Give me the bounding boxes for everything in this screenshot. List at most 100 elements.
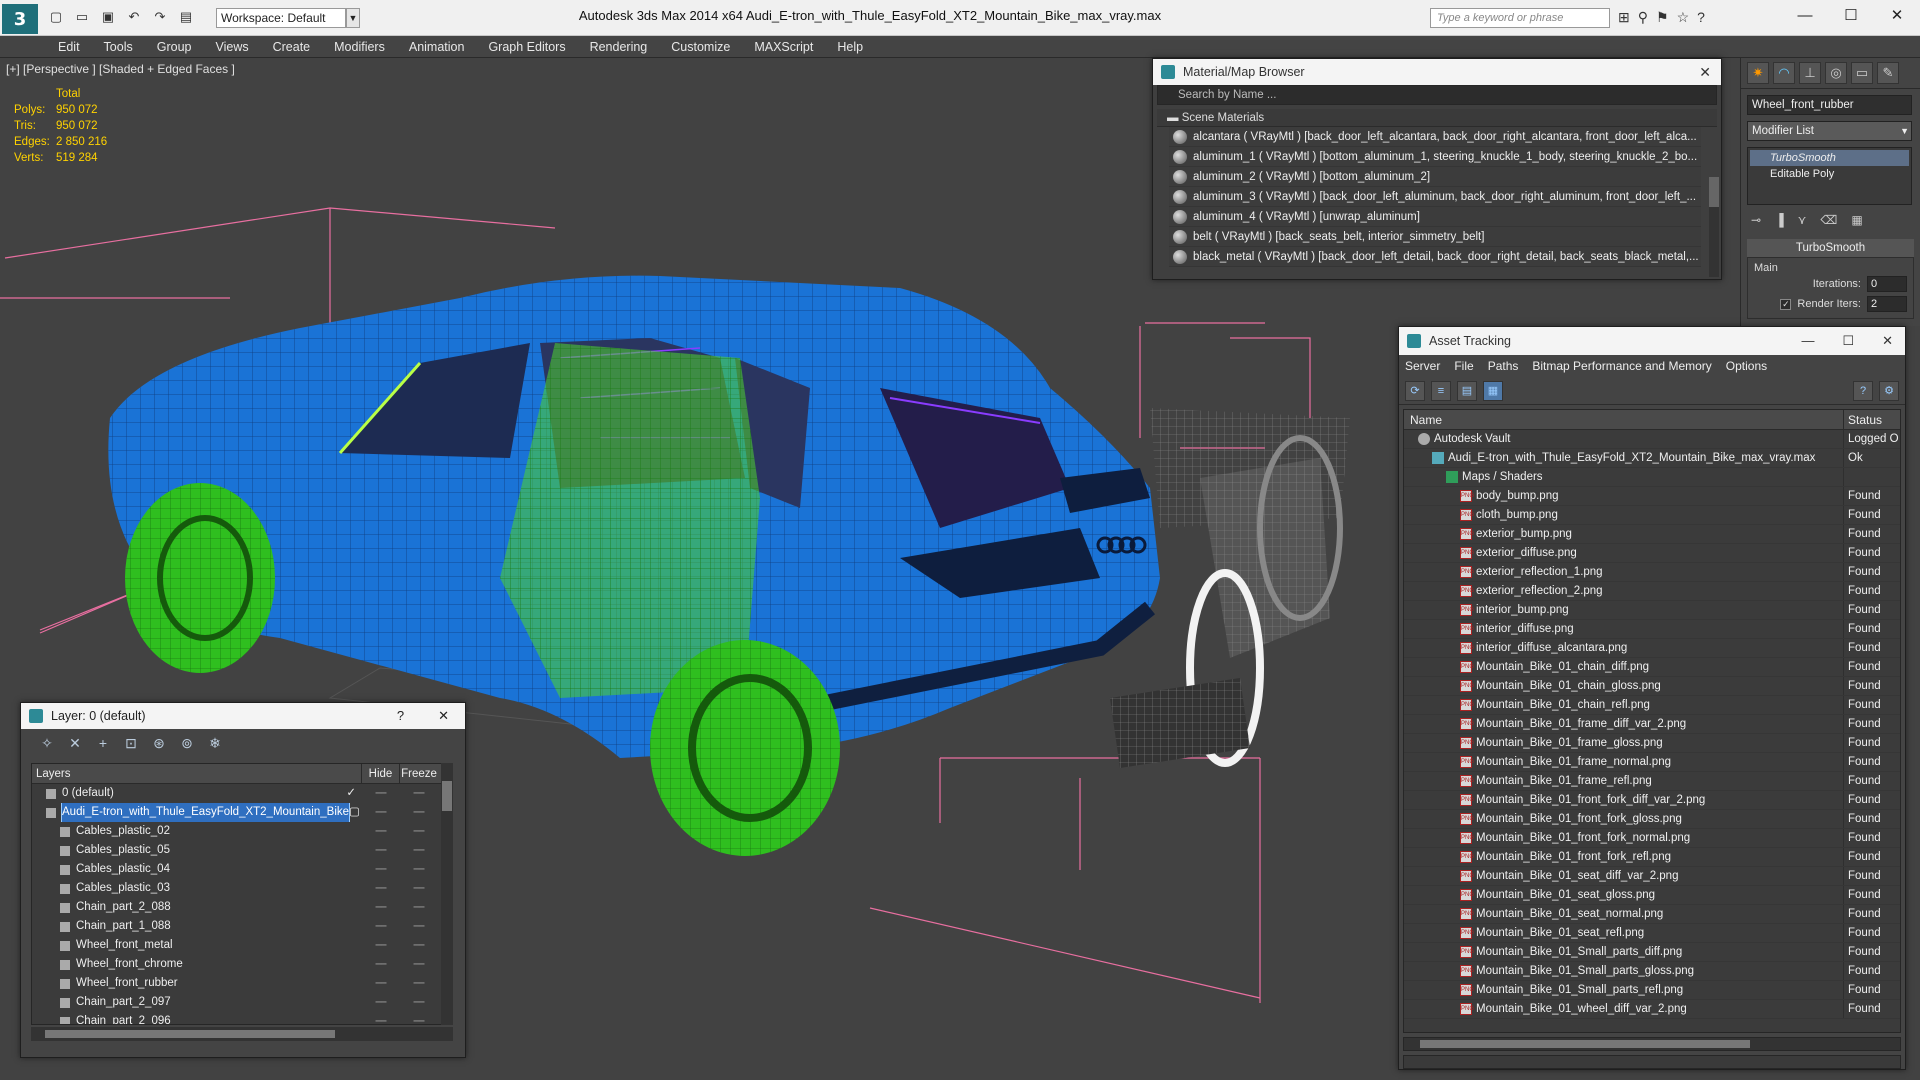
- pin-stack-icon[interactable]: ⊸: [1751, 213, 1761, 227]
- turbosmooth-rollout-header[interactable]: TurboSmooth: [1747, 239, 1914, 257]
- minimize-icon[interactable]: —: [1801, 333, 1814, 349]
- asset-row[interactable]: PNG Mountain_Bike_01_seat_normal.png Found: [1404, 905, 1900, 924]
- scrollbar-thumb[interactable]: [1420, 1040, 1750, 1048]
- project-folder-icon[interactable]: ▤: [176, 8, 196, 26]
- create-tab-icon[interactable]: ✷: [1747, 62, 1769, 84]
- redo-icon[interactable]: ↷: [150, 8, 170, 26]
- add-to-layer-icon[interactable]: +: [93, 733, 113, 753]
- current-layer-icon[interactable]: ✓: [346, 784, 356, 803]
- hide-toggle[interactable]: ━━: [362, 993, 400, 1012]
- asset-row[interactable]: PNG Mountain_Bike_01_front_fork_gloss.png…: [1404, 810, 1900, 829]
- maximize-icon[interactable]: ☐: [1842, 333, 1854, 349]
- menu-animation[interactable]: Animation: [397, 36, 477, 57]
- undo-icon[interactable]: ↶: [124, 8, 144, 26]
- save-file-icon[interactable]: ▣: [98, 8, 118, 26]
- maximize-icon[interactable]: ☐: [1828, 0, 1874, 30]
- asset-menu-server[interactable]: Server: [1405, 359, 1440, 373]
- material-item[interactable]: belt ( VRayMtl ) [back_seats_belt, inter…: [1169, 227, 1701, 247]
- layer-row[interactable]: Cables_plastic_04 ━━ ━━: [32, 860, 450, 879]
- communication-icon[interactable]: ⚑: [1656, 9, 1669, 26]
- menu-maxscript[interactable]: MAXScript: [742, 36, 825, 57]
- asset-menu-paths[interactable]: Paths: [1488, 359, 1519, 373]
- layer-row[interactable]: Wheel_front_chrome ━━ ━━: [32, 955, 450, 974]
- layer-row[interactable]: Wheel_front_rubber ━━ ━━: [32, 974, 450, 993]
- stack-item-turbosmooth[interactable]: TurboSmooth: [1750, 150, 1909, 166]
- freeze-toggle[interactable]: ━━: [400, 879, 438, 898]
- asset-menu-file[interactable]: File: [1454, 359, 1473, 373]
- asset-row[interactable]: PNG Mountain_Bike_01_Small_parts_diff.png…: [1404, 943, 1900, 962]
- hide-toggle[interactable]: ━━: [362, 955, 400, 974]
- asset-row[interactable]: Autodesk Vault Logged O: [1404, 430, 1900, 449]
- modify-tab-icon[interactable]: ◠: [1773, 62, 1795, 84]
- asset-horizontal-scrollbar[interactable]: [1403, 1037, 1901, 1051]
- layer-row[interactable]: Cables_plastic_03 ━━ ━━: [32, 879, 450, 898]
- workspace-select[interactable]: Workspace: Default: [216, 8, 346, 28]
- hide-toggle[interactable]: ━━: [362, 898, 400, 917]
- column-freeze[interactable]: Freeze: [400, 764, 438, 783]
- close-icon[interactable]: ✕: [1882, 333, 1893, 349]
- motion-tab-icon[interactable]: ◎: [1825, 62, 1847, 84]
- asset-menu-bitmap[interactable]: Bitmap Performance and Memory: [1532, 359, 1711, 373]
- freeze-toggle[interactable]: ━━: [400, 993, 438, 1012]
- column-hide[interactable]: Hide: [362, 764, 400, 783]
- asset-row[interactable]: PNG Mountain_Bike_01_Small_parts_refl.png…: [1404, 981, 1900, 1000]
- asset-row[interactable]: Maps / Shaders: [1404, 468, 1900, 487]
- scrollbar-thumb[interactable]: [1709, 177, 1719, 207]
- freeze-toggle[interactable]: ━━: [400, 860, 438, 879]
- minimize-icon[interactable]: —: [1782, 0, 1828, 30]
- layer-row[interactable]: Chain_part_2_088 ━━ ━━: [32, 898, 450, 917]
- asset-row[interactable]: PNG Mountain_Bike_01_chain_gloss.png Found: [1404, 677, 1900, 696]
- asset-row[interactable]: PNG body_bump.png Found: [1404, 487, 1900, 506]
- refresh-icon[interactable]: ⟳: [1405, 380, 1425, 401]
- layer-row[interactable]: 0 (default) ✓ ━━ ━━: [32, 784, 450, 803]
- modifier-list-dropdown[interactable]: Modifier List ▼: [1747, 121, 1912, 141]
- freeze-toggle[interactable]: ━━: [400, 917, 438, 936]
- hide-toggle[interactable]: ━━: [362, 936, 400, 955]
- menu-help[interactable]: Help: [825, 36, 875, 57]
- hide-toggle[interactable]: ━━: [362, 822, 400, 841]
- display-tab-icon[interactable]: ▭: [1851, 62, 1873, 84]
- layer-row[interactable]: Wheel_front_metal ━━ ━━: [32, 936, 450, 955]
- hide-toggle[interactable]: ━━: [362, 803, 400, 822]
- layer-row[interactable]: Cables_plastic_05 ━━ ━━: [32, 841, 450, 860]
- column-name[interactable]: Name: [1404, 410, 1844, 429]
- freeze-toggle[interactable]: ━━: [400, 955, 438, 974]
- hide-toggle[interactable]: ━━: [362, 841, 400, 860]
- layer-manager-titlebar[interactable]: Layer: 0 (default) ? ✕: [21, 703, 465, 729]
- freeze-toggle[interactable]: ━━: [400, 841, 438, 860]
- stack-item-editable-poly[interactable]: Editable Poly: [1750, 166, 1909, 182]
- binoculars-icon[interactable]: ⊞: [1618, 9, 1630, 26]
- help-icon[interactable]: ?: [1697, 9, 1705, 26]
- freeze-toggle[interactable]: ━━: [400, 974, 438, 993]
- asset-row[interactable]: PNG exterior_reflection_1.png Found: [1404, 563, 1900, 582]
- thumbnail-view-icon[interactable]: ▤: [1457, 380, 1477, 401]
- menu-graph-editors[interactable]: Graph Editors: [476, 36, 577, 57]
- make-unique-icon[interactable]: ⋎: [1798, 213, 1807, 227]
- freeze-toggle[interactable]: ━━: [400, 784, 438, 803]
- delete-layer-icon[interactable]: ✕: [65, 733, 85, 753]
- create-layer-icon[interactable]: ✧: [37, 733, 57, 753]
- asset-row[interactable]: PNG Mountain_Bike_01_frame_normal.png Foun…: [1404, 753, 1900, 772]
- hide-toggle[interactable]: ━━: [362, 879, 400, 898]
- asset-row[interactable]: PNG cloth_bump.png Found: [1404, 506, 1900, 525]
- help-icon[interactable]: ?: [1853, 380, 1873, 401]
- hide-toggle[interactable]: ━━: [362, 1012, 400, 1024]
- freeze-all-layers-icon[interactable]: ❄: [205, 733, 225, 753]
- layer-horizontal-scrollbar[interactable]: [31, 1027, 453, 1041]
- scrollbar-thumb[interactable]: [442, 781, 452, 811]
- column-layers[interactable]: Layers: [32, 764, 362, 783]
- layer-row[interactable]: Chain_part_2_097 ━━ ━━: [32, 993, 450, 1012]
- current-layer-icon[interactable]: ▢: [349, 803, 360, 822]
- material-item[interactable]: alcantara ( VRayMtl ) [back_door_left_al…: [1169, 127, 1701, 147]
- freeze-toggle[interactable]: ━━: [400, 803, 438, 822]
- asset-row[interactable]: PNG interior_diffuse.png Found: [1404, 620, 1900, 639]
- asset-row[interactable]: PNG Mountain_Bike_01_chain_refl.png Found: [1404, 696, 1900, 715]
- configure-sets-icon[interactable]: ▦: [1851, 213, 1862, 227]
- column-status[interactable]: Status: [1844, 410, 1882, 429]
- asset-row[interactable]: PNG Mountain_Bike_01_seat_refl.png Found: [1404, 924, 1900, 943]
- star-icon[interactable]: ☆: [1677, 9, 1690, 26]
- render-iters-checkbox[interactable]: ✓: [1780, 298, 1792, 310]
- layer-row[interactable]: Chain_part_1_088 ━━ ━━: [32, 917, 450, 936]
- asset-row[interactable]: PNG exterior_bump.png Found: [1404, 525, 1900, 544]
- hierarchy-tab-icon[interactable]: ⊥: [1799, 62, 1821, 84]
